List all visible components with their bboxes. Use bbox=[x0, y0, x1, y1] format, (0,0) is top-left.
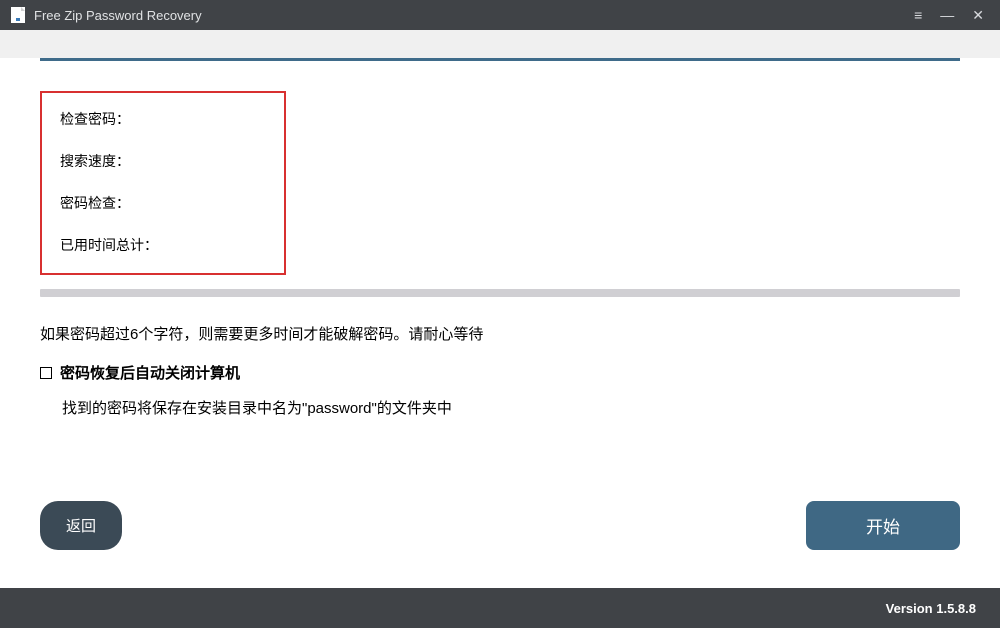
shutdown-checkbox-row[interactable]: 密码恢复后自动关闭计算机 bbox=[40, 362, 960, 383]
content-area: 检查密码： 搜索速度： 密码检查： 已用时间总计： 如果密码超过6个字符，则需要… bbox=[0, 58, 1000, 588]
status-box: 检查密码： 搜索速度： 密码检查： 已用时间总计： bbox=[40, 91, 286, 275]
long-password-hint: 如果密码超过6个字符，则需要更多时间才能破解密码。请耐心等待 bbox=[40, 323, 960, 344]
save-location-note: 找到的密码将保存在安装目录中名为"password"的文件夹中 bbox=[62, 397, 960, 418]
menu-icon[interactable]: ≡ bbox=[914, 8, 922, 22]
minimize-icon[interactable]: — bbox=[940, 8, 954, 22]
button-row: 返回 开始 bbox=[40, 501, 960, 550]
titlebar-title: Free Zip Password Recovery bbox=[34, 8, 914, 23]
status-elapsed-time: 已用时间总计： bbox=[60, 235, 266, 255]
titlebar: Free Zip Password Recovery ≡ — ✕ bbox=[0, 0, 1000, 30]
shutdown-checkbox[interactable] bbox=[40, 367, 52, 379]
shutdown-checkbox-label: 密码恢复后自动关闭计算机 bbox=[60, 362, 240, 383]
status-check-password: 检查密码： bbox=[60, 109, 266, 129]
version-label: Version 1.5.8.8 bbox=[886, 601, 976, 616]
app-icon bbox=[10, 7, 26, 23]
titlebar-controls: ≡ — ✕ bbox=[914, 8, 990, 22]
status-search-speed: 搜索速度： bbox=[60, 151, 266, 171]
status-password-check: 密码检查： bbox=[60, 193, 266, 213]
footer: Version 1.5.8.8 bbox=[0, 588, 1000, 628]
close-icon[interactable]: ✕ bbox=[972, 8, 984, 22]
progress-bar bbox=[40, 289, 960, 297]
top-divider bbox=[40, 58, 960, 61]
back-button[interactable]: 返回 bbox=[40, 501, 122, 550]
start-button[interactable]: 开始 bbox=[806, 501, 960, 550]
